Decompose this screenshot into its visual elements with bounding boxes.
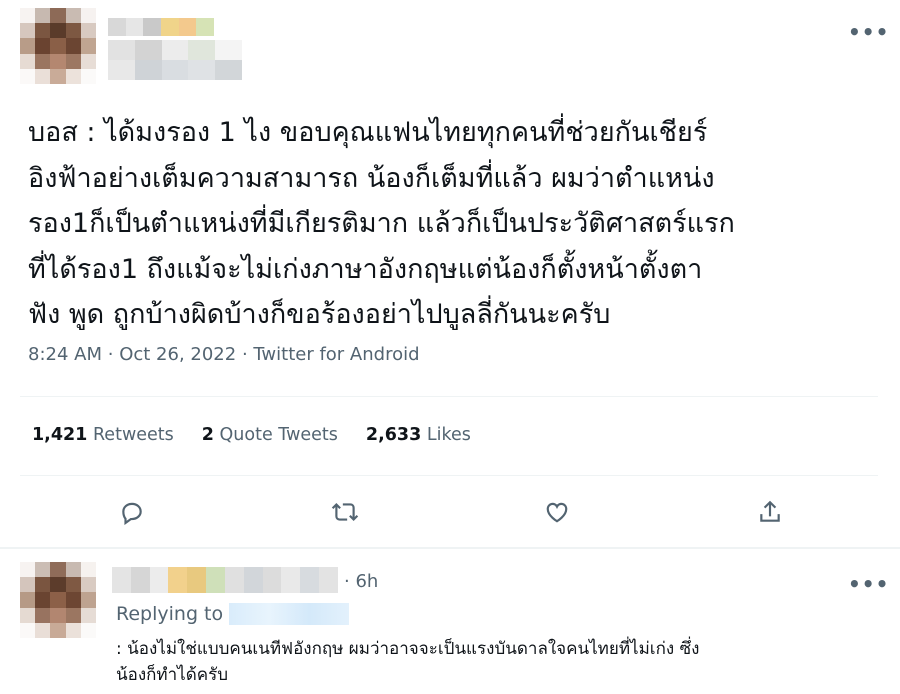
reply-author-redacted[interactable] (112, 567, 338, 593)
share-button[interactable] (750, 492, 790, 532)
tweet-stats: 1,421 Retweets 2 Quote Tweets 2,633 Like… (32, 425, 499, 445)
retweets-label: Retweets (92, 425, 174, 445)
reply-time[interactable]: · 6h (344, 571, 378, 592)
divider (20, 396, 878, 397)
tweet-date[interactable]: Oct 26, 2022 (119, 344, 236, 365)
replying-to-label: Replying to (116, 603, 224, 625)
retweets-stat[interactable]: 1,421 Retweets (32, 425, 174, 445)
avatar[interactable] (20, 8, 96, 84)
reply-avatar[interactable] (20, 562, 96, 638)
like-button[interactable] (537, 492, 577, 532)
tweet-text-line: อิงฟ้าอย่างเต็มความสามารถ น้องก็เต็มที่แ… (28, 162, 715, 194)
divider (20, 475, 878, 476)
replying-to-handle-redacted[interactable] (229, 603, 350, 625)
reply-text: : น้องไม่ใช่แบบคนเนทีฟอังกฤษ ผมว่าอาจจะเ… (116, 636, 876, 688)
more-options-icon[interactable]: ••• (848, 20, 889, 44)
replying-to: Replying to (116, 603, 350, 625)
reply-icon (122, 502, 142, 525)
tweet-text-line: ที่ได้รอง1 ถึงแม้จะไม่เก่งภาษาอังกฤษแต่น… (28, 253, 703, 285)
tweet-text-line: รอง1ก็เป็นตำแหน่งที่มีเกียรติมาก แล้วก็เ… (28, 208, 735, 239)
retweet-icon (331, 502, 359, 522)
tweet-text: บอส : ได้มงรอง 1 ไง ขอบคุณแฟนไทยทุกคนที่… (28, 110, 878, 338)
section-divider (0, 547, 900, 549)
separator: · (107, 344, 114, 365)
retweet-button[interactable] (325, 492, 365, 532)
tweet-source[interactable]: Twitter for Android (253, 344, 419, 365)
reply-button[interactable] (112, 492, 152, 532)
likes-stat[interactable]: 2,633 Likes (366, 425, 471, 445)
handle-redacted[interactable] (108, 40, 242, 80)
separator: · (241, 344, 248, 365)
share-icon (760, 500, 780, 522)
quote-tweets-count: 2 (201, 425, 214, 445)
reply-text-line: น้องก็ทำได้ครับ (116, 665, 229, 685)
quote-tweets-label: Quote Tweets (219, 425, 338, 445)
like-icon (546, 502, 568, 523)
reply-text-line: : น้องไม่ใช่แบบคนเนทีฟอังกฤษ ผมว่าอาจจะเ… (116, 639, 700, 659)
tweet-text-line: บอส : ได้มงรอง 1 ไง ขอบคุณแฟนไทยทุกคนที่… (28, 117, 708, 148)
reply-more-options-icon[interactable]: ••• (848, 572, 889, 596)
tweet-metadata: 8:24 AM · Oct 26, 2022 · Twitter for And… (28, 344, 420, 365)
retweets-count: 1,421 (32, 425, 88, 445)
likes-count: 2,633 (365, 425, 422, 445)
quote-tweets-stat[interactable]: 2 Quote Tweets (202, 425, 338, 445)
tweet-time[interactable]: 8:24 AM (28, 344, 102, 365)
likes-label: Likes (426, 425, 471, 445)
tweet-text-line: ฟัง พูด ถูกบ้างผิดบ้างก็ขอร้องอย่าไปบูลล… (28, 299, 611, 330)
action-bar (0, 492, 900, 532)
display-name-redacted[interactable] (108, 18, 215, 36)
